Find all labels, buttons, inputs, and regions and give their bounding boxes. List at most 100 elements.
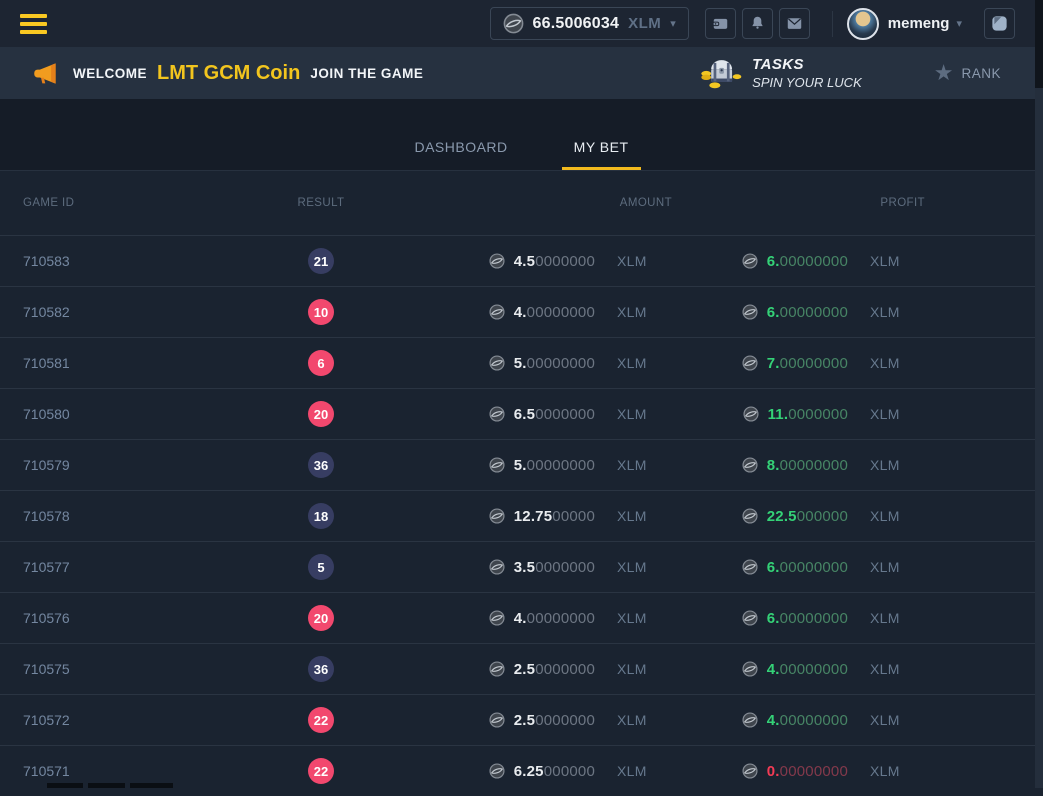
stellar-coin-icon — [489, 508, 505, 524]
currency-label: XLM — [617, 610, 672, 626]
amount-main: 6.25 — [514, 763, 544, 780]
profit-zeros: 000000 — [797, 508, 848, 525]
currency-label: XLM — [870, 406, 925, 422]
navbar-divider — [832, 11, 833, 37]
cutoff-element — [47, 783, 83, 788]
wallet-button[interactable] — [705, 8, 736, 39]
profit-main: 4. — [767, 661, 780, 678]
profit-main: 8. — [767, 457, 780, 474]
profit-main: 0. — [767, 763, 780, 780]
currency-label: XLM — [870, 508, 925, 524]
currency-label: XLM — [617, 304, 672, 320]
amount-cell: 3.50000000 XLM — [361, 559, 672, 576]
chat-bubble-icon — [990, 14, 1009, 33]
user-avatar[interactable] — [847, 8, 879, 40]
result-badge: 36 — [308, 656, 334, 682]
amount-main: 12.75 — [514, 508, 553, 525]
tab-my-bet[interactable]: MY BET — [562, 139, 641, 170]
currency-label: XLM — [870, 712, 925, 728]
result-badge: 20 — [308, 605, 334, 631]
chevron-down-icon[interactable]: ▾ — [956, 17, 962, 30]
profit-cell: 6.00000000 XLM — [672, 559, 925, 576]
rank-label: RANK — [961, 66, 1001, 81]
stellar-coin-icon — [489, 355, 505, 371]
table-header: GAME ID RESULT AMOUNT PROFIT — [0, 171, 1043, 235]
profit-zeros: 00000000 — [780, 763, 848, 780]
profit-cell: 22.5000000 XLM — [672, 508, 925, 525]
currency-label: XLM — [870, 457, 925, 473]
profit-main: 6. — [767, 610, 780, 627]
profit-zeros: 00000000 — [780, 610, 848, 627]
currency-label: XLM — [870, 253, 925, 269]
user-name[interactable]: memeng — [888, 15, 950, 32]
result-badge: 6 — [308, 350, 334, 376]
amount-zeros: 00000000 — [527, 304, 595, 321]
table-row: 710578 18 12.7500000 XLM 22.5000000 XLM — [0, 490, 1043, 541]
amount-zeros: 0000000 — [535, 661, 595, 678]
my-bet-table: GAME ID RESULT AMOUNT PROFIT 710583 21 4… — [0, 171, 1043, 796]
table-row: 710576 20 4.00000000 XLM 6.00000000 XLM — [0, 592, 1043, 643]
profit-main: 6. — [767, 559, 780, 576]
stellar-coin-icon — [489, 304, 505, 320]
active-tab-indicator — [562, 167, 641, 170]
welcome-prefix: WELCOME — [73, 66, 147, 81]
game-id: 710572 — [23, 712, 281, 728]
profit-cell: 6.00000000 XLM — [672, 304, 925, 321]
amount-zeros: 00000000 — [527, 610, 595, 627]
page-scrollbar[interactable] — [1035, 0, 1043, 788]
currency-label: XLM — [617, 253, 672, 269]
amount-cell: 6.25000000 XLM — [361, 763, 672, 780]
amount-main: 5. — [514, 355, 527, 372]
welcome-banner: WELCOME LMT GCM Coin JOIN THE GAME TASKS… — [0, 47, 1043, 99]
profit-zeros: 00000000 — [780, 559, 848, 576]
menu-button[interactable] — [20, 14, 47, 34]
game-id: 710575 — [23, 661, 281, 677]
header-result: RESULT — [281, 197, 361, 209]
amount-main: 2.5 — [514, 712, 535, 729]
currency-label: XLM — [870, 763, 925, 779]
table-row: 710582 10 4.00000000 XLM 6.00000000 XLM — [0, 286, 1043, 337]
game-id: 710577 — [23, 559, 281, 575]
table-row: 710571 22 6.25000000 XLM 0.00000000 XLM — [0, 745, 1043, 796]
balance-selector[interactable]: 66.5006034 XLM ▾ — [490, 7, 689, 40]
amount-main: 2.5 — [514, 661, 535, 678]
currency-label: XLM — [617, 712, 672, 728]
currency-label: XLM — [870, 304, 925, 320]
stellar-coin-icon — [742, 610, 758, 626]
chat-panel-button[interactable] — [984, 8, 1015, 39]
cutoff-element — [130, 783, 173, 788]
scrollbar-thumb[interactable] — [1035, 0, 1043, 88]
tasks-subtitle: SPIN YOUR LUCK — [752, 75, 862, 90]
amount-main: 4. — [514, 304, 527, 321]
balance-currency: XLM — [628, 15, 661, 32]
game-id: 710580 — [23, 406, 281, 422]
stellar-coin-icon — [742, 763, 758, 779]
notifications-button[interactable] — [742, 8, 773, 39]
wallet-icon — [712, 15, 729, 32]
table-row: 710572 22 2.50000000 XLM 4.00000000 XLM — [0, 694, 1043, 745]
messages-button[interactable] — [779, 8, 810, 39]
profit-zeros: 00000000 — [780, 355, 848, 372]
profit-main: 7. — [767, 355, 780, 372]
stellar-coin-icon — [489, 253, 505, 269]
currency-label: XLM — [870, 559, 925, 575]
rank-link[interactable]: ★ RANK — [934, 62, 1001, 84]
tasks-link[interactable]: TASKS SPIN YOUR LUCK — [752, 56, 862, 90]
amount-main: 5. — [514, 457, 527, 474]
table-row: 710575 36 2.50000000 XLM 4.00000000 XLM — [0, 643, 1043, 694]
tab-bar: DASHBOARD MY BET — [0, 99, 1043, 171]
game-id: 710578 — [23, 508, 281, 524]
amount-cell: 12.7500000 XLM — [361, 508, 672, 525]
amount-cell: 2.50000000 XLM — [361, 712, 672, 729]
profit-zeros: 00000000 — [780, 661, 848, 678]
game-id: 710579 — [23, 457, 281, 473]
stellar-coin-icon — [489, 457, 505, 473]
profit-cell: 8.00000000 XLM — [672, 457, 925, 474]
profit-zeros: 00000000 — [780, 304, 848, 321]
stellar-coin-icon — [489, 559, 505, 575]
profit-cell: 6.00000000 XLM — [672, 610, 925, 627]
currency-label: XLM — [617, 457, 672, 473]
tab-dashboard[interactable]: DASHBOARD — [402, 139, 519, 170]
stellar-coin-icon — [742, 661, 758, 677]
profit-cell: 4.00000000 XLM — [672, 661, 925, 678]
